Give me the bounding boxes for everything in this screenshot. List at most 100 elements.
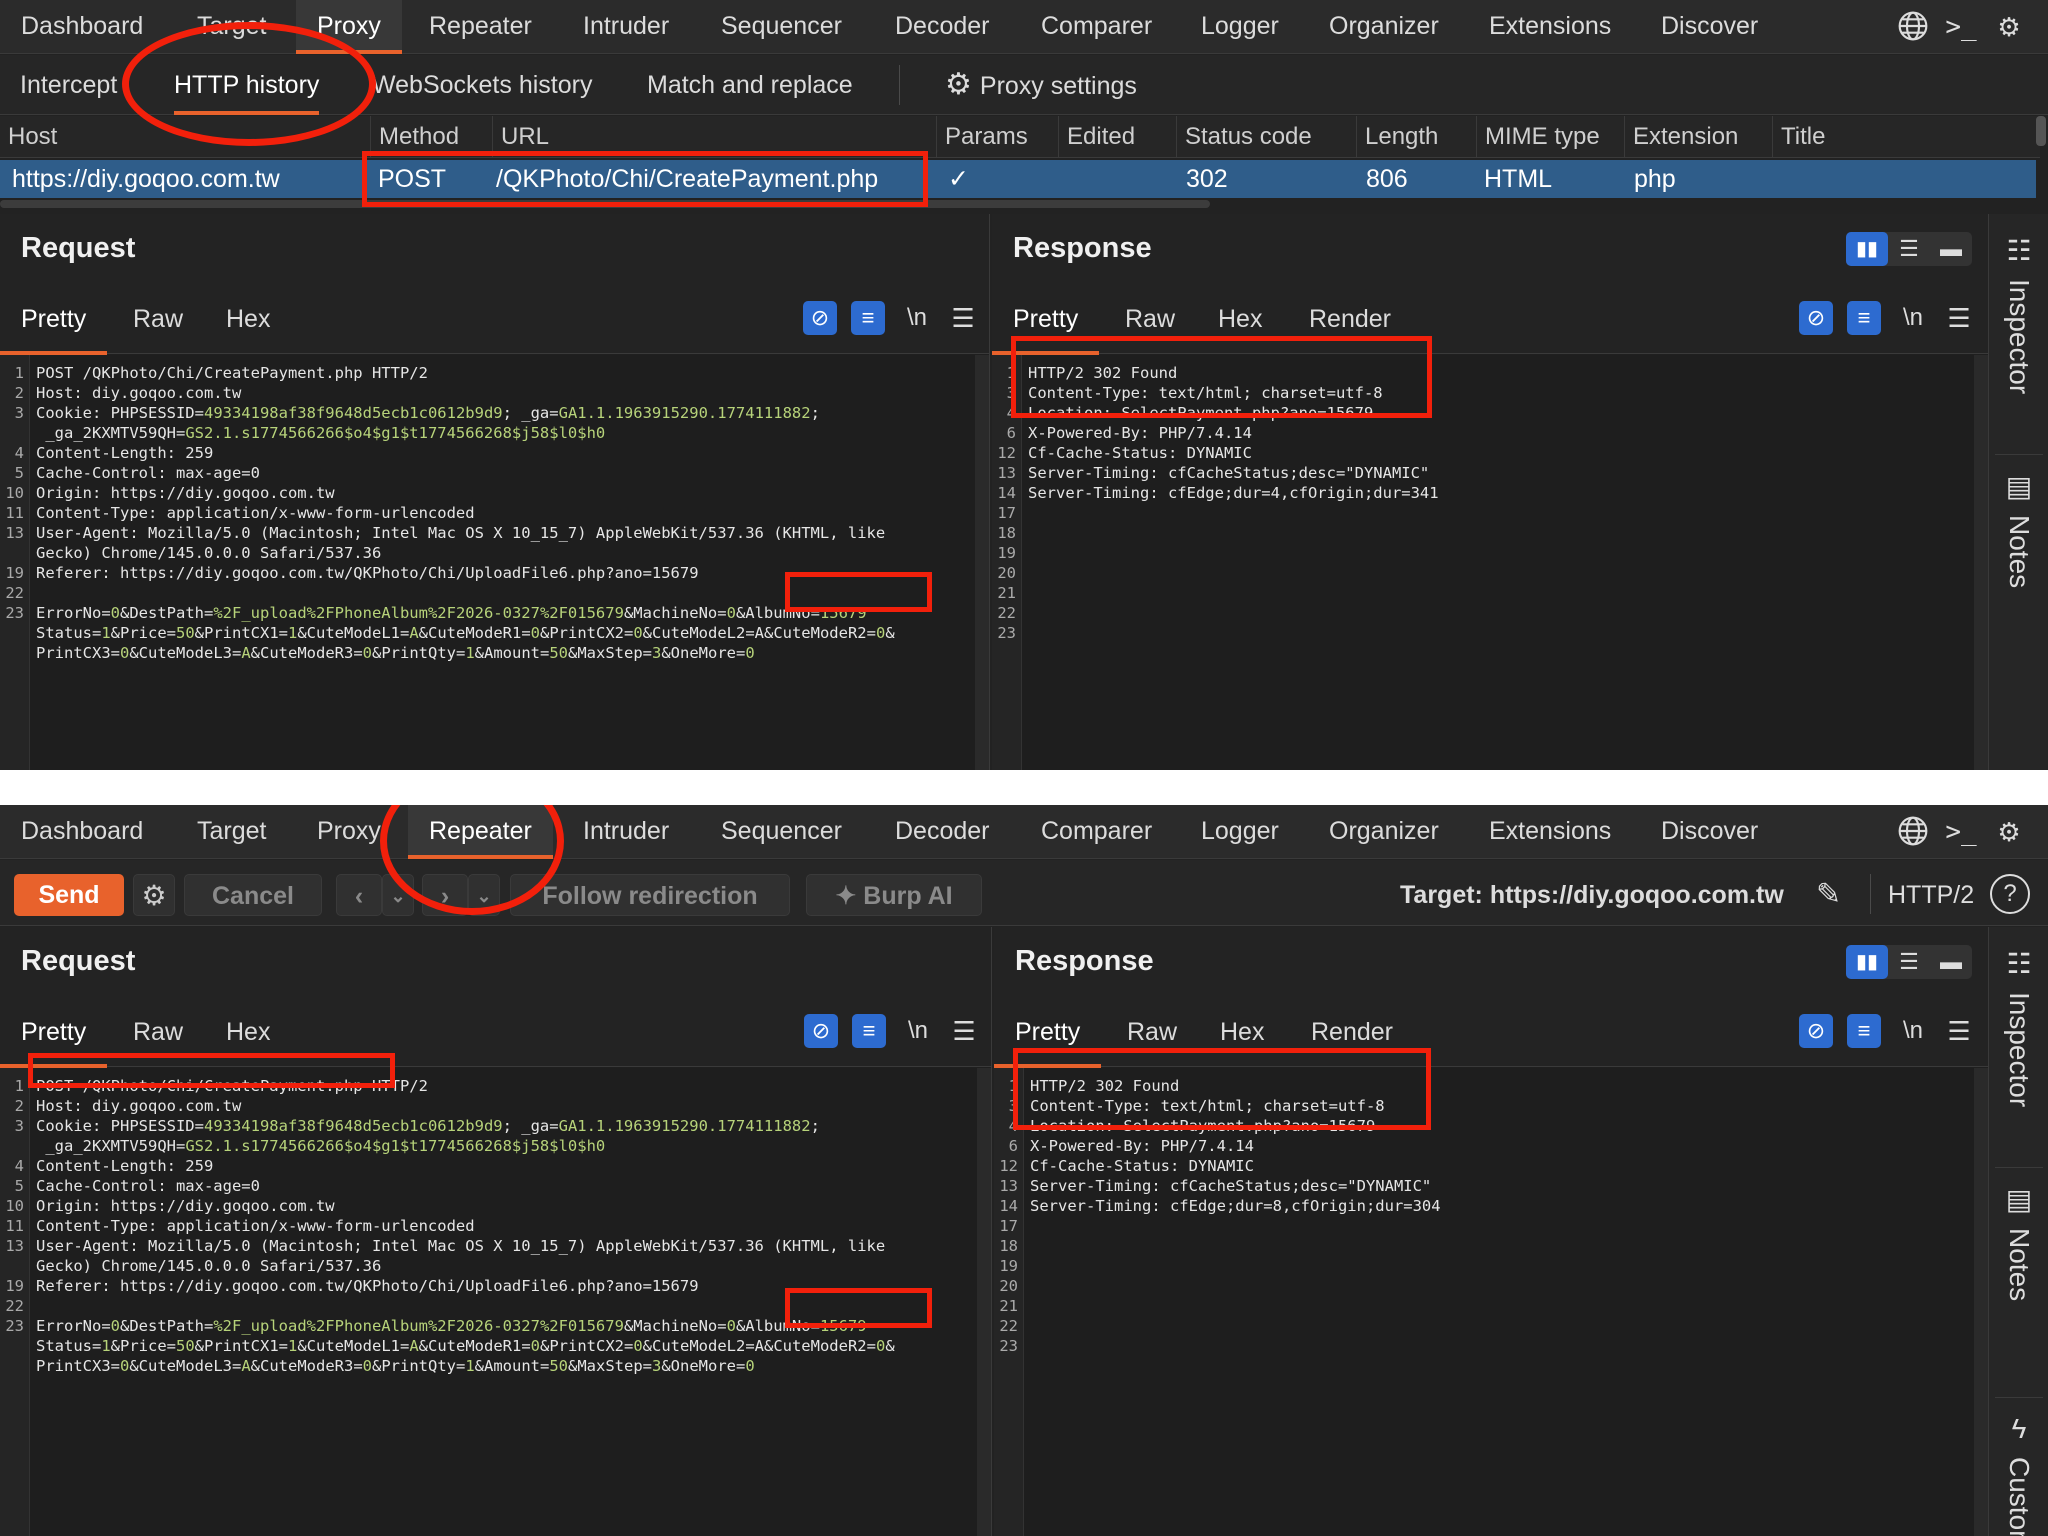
hide-icon[interactable]: ⊘ [803,301,837,335]
request-scrollbar[interactable] [977,1068,991,1536]
tab-dashboard[interactable]: Dashboard [0,0,164,54]
tab-comparer[interactable]: Comparer [1020,805,1173,859]
split-vertical-icon[interactable]: ▮▮ [1846,945,1888,979]
tab-decoder[interactable]: Decoder [874,0,1011,54]
help-icon[interactable]: ? [1990,874,2030,914]
tab-discover[interactable]: Discover [1640,0,1779,54]
col-title[interactable]: Title [1772,116,2040,158]
globe-icon[interactable] [1896,815,1930,849]
tab-dashboard[interactable]: Dashboard [0,805,164,859]
gear-icon[interactable]: ⚙ [1992,815,2026,849]
tab-target[interactable]: Target [176,0,287,54]
tab-discover[interactable]: Discover [1640,805,1779,859]
wrap-icon[interactable]: ≡ [852,1014,886,1048]
menu-icon[interactable]: ☰ [946,301,980,335]
req-tab-pretty[interactable]: Pretty [0,997,108,1068]
resp-tab-render[interactable]: Render [1290,997,1414,1067]
request-scrollbar[interactable] [975,355,989,770]
response-scrollbar[interactable] [1974,355,1988,770]
tab-extensions[interactable]: Extensions [1468,0,1632,54]
col-method[interactable]: Method [370,116,492,158]
tab-proxy[interactable]: Proxy [296,805,402,859]
tab-proxy[interactable]: Proxy [296,0,402,54]
newline-icon[interactable]: \n [900,301,934,335]
resp-tab-raw[interactable]: Raw [1106,997,1198,1067]
subtab-http-history[interactable]: HTTP history [154,55,339,115]
col-edited[interactable]: Edited [1058,116,1176,158]
tab-intruder[interactable]: Intruder [562,0,690,54]
custom-button[interactable]: ϟ Custom [1989,1413,2048,1536]
tab-comparer[interactable]: Comparer [1020,0,1173,54]
resp-tab-hex[interactable]: Hex [1199,997,1285,1067]
tab-sequencer[interactable]: Sequencer [700,805,863,859]
tab-organizer[interactable]: Organizer [1308,805,1460,859]
col-mime-type[interactable]: MIME type [1476,116,1624,158]
resp-tab-hex[interactable]: Hex [1197,284,1283,354]
forward-dropdown-icon[interactable]: ⌄ [468,874,500,916]
col-host[interactable]: Host [0,116,370,158]
resp-tab-pretty[interactable]: Pretty [992,284,1100,355]
single-pane-icon[interactable]: ▬ [1930,945,1972,979]
settings-gear-icon[interactable]: ⚙ [133,874,175,916]
back-icon[interactable]: ‹ [336,874,382,916]
response-editor[interactable]: 1 HTTP/2 302 Found 3 Content-Type: text/htm… [992,355,1974,770]
resp-tab-raw[interactable]: Raw [1104,284,1196,354]
proxy-settings-button[interactable]: ⚙ Proxy settings [925,55,1157,115]
newline-icon[interactable]: \n [901,1014,935,1048]
tab-target[interactable]: Target [176,805,287,859]
req-tab-hex[interactable]: Hex [205,997,291,1067]
edit-pencil-icon[interactable]: ✎ [1816,874,1841,916]
hide-icon[interactable]: ⊘ [804,1014,838,1048]
send-button[interactable]: Send [14,874,124,916]
terminal-icon[interactable]: >_ [1944,10,1978,44]
col-length[interactable]: Length [1356,116,1476,158]
subtab-match-replace[interactable]: Match and replace [627,55,873,115]
forward-icon[interactable]: › [422,874,468,916]
response-scrollbar[interactable] [1974,1068,1988,1536]
tab-repeater[interactable]: Repeater [408,805,553,859]
wrap-icon[interactable]: ≡ [1847,301,1881,335]
tab-intruder[interactable]: Intruder [562,805,690,859]
req-tab-raw[interactable]: Raw [112,997,204,1067]
col-url[interactable]: URL [492,116,944,158]
req-tab-raw[interactable]: Raw [112,284,204,354]
tab-repeater[interactable]: Repeater [408,0,553,54]
inspector-button[interactable]: ☷ Inspector [1989,234,2048,394]
menu-icon[interactable]: ☰ [947,1014,981,1048]
request-editor[interactable]: 1 POST /QKPhoto/Chi/CreatePayment.php HTT… [0,1068,977,1536]
newline-icon[interactable]: \n [1896,301,1930,335]
notes-button[interactable]: ▤ Notes [1989,1183,2048,1301]
back-dropdown-icon[interactable]: ⌄ [382,874,414,916]
hide-icon[interactable]: ⊘ [1799,1014,1833,1048]
gear-icon[interactable]: ⚙ [1992,10,2026,44]
tab-logger[interactable]: Logger [1180,0,1300,54]
resp-tab-render[interactable]: Render [1288,284,1412,354]
newline-icon[interactable]: \n [1896,1014,1930,1048]
col-extension[interactable]: Extension [1624,116,1772,158]
req-tab-hex[interactable]: Hex [205,284,291,354]
col-status-code[interactable]: Status code [1176,116,1356,158]
req-tab-pretty[interactable]: Pretty [0,284,108,355]
protocol-label[interactable]: HTTP/2 [1888,874,1974,916]
tab-decoder[interactable]: Decoder [874,805,1011,859]
subtab-intercept[interactable]: Intercept [0,55,137,115]
cancel-button[interactable]: Cancel [184,874,322,916]
wrap-icon[interactable]: ≡ [1847,1014,1881,1048]
menu-icon[interactable]: ☰ [1942,1014,1976,1048]
request-editor[interactable]: 1 POST /QKPhoto/Chi/CreatePayment.php HTT… [0,355,975,770]
table-vscroll[interactable] [2036,116,2046,146]
split-horizontal-icon[interactable]: ☰ [1888,232,1930,266]
single-pane-icon[interactable]: ▬ [1930,232,1972,266]
table-scrollbar[interactable] [0,200,1210,208]
terminal-icon[interactable]: >_ [1944,815,1978,849]
inspector-button[interactable]: ☷ Inspector [1989,947,2048,1107]
subtab-websockets-history[interactable]: WebSockets history [352,55,612,115]
col-params[interactable]: Params [936,116,1058,158]
resp-tab-pretty[interactable]: Pretty [994,997,1102,1068]
globe-icon[interactable] [1896,10,1930,44]
wrap-icon[interactable]: ≡ [851,301,885,335]
tab-extensions[interactable]: Extensions [1468,805,1632,859]
tab-organizer[interactable]: Organizer [1308,0,1460,54]
hide-icon[interactable]: ⊘ [1799,301,1833,335]
burp-ai-button[interactable]: ✦ Burp AI [806,874,982,916]
